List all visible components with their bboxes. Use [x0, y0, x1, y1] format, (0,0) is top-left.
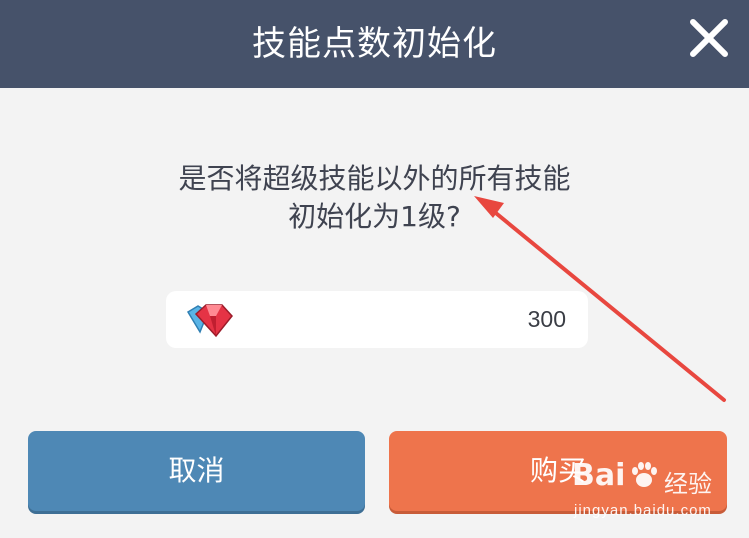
message-line-1: 是否将超级技能以外的所有技能	[178, 162, 571, 195]
red-gem-icon	[186, 302, 234, 338]
confirm-message: 是否将超级技能以外的所有技能 初始化为1级?	[0, 160, 749, 236]
buy-button[interactable]: 购买	[389, 431, 727, 511]
message-line-2: 初始化为1级?	[288, 200, 461, 233]
cancel-button[interactable]: 取消	[28, 431, 365, 511]
skill-reset-dialog: 技能点数初始化 是否将超级技能以外的所有技能 初始化为1级? 300 取消 购买	[0, 0, 749, 538]
dialog-title: 技能点数初始化	[252, 24, 497, 64]
cost-box: 300	[166, 291, 588, 348]
cost-value: 300	[527, 306, 566, 332]
close-icon	[690, 19, 728, 57]
close-button[interactable]	[687, 16, 731, 60]
dialog-header: 技能点数初始化	[0, 0, 749, 88]
